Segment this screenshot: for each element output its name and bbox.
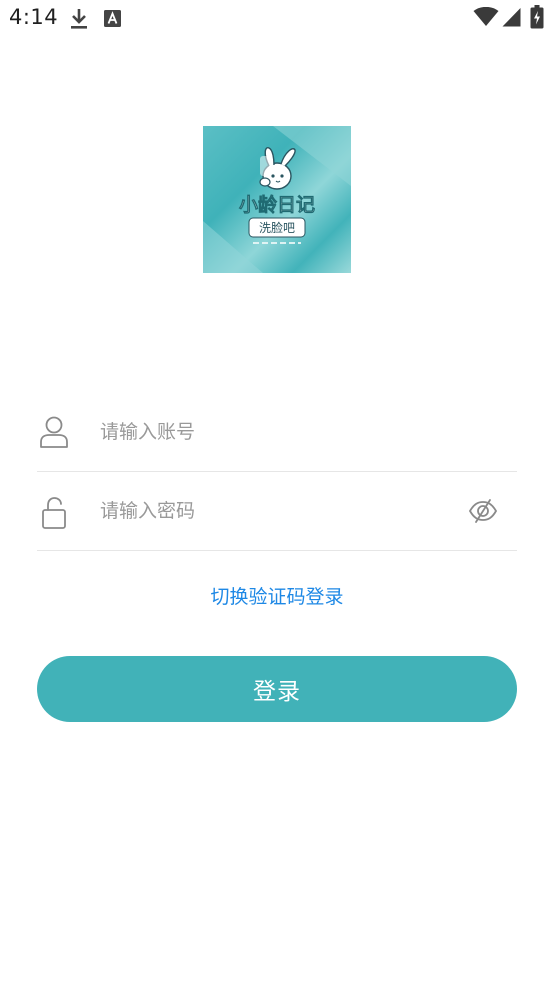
switch-code-login-link[interactable]: 切换验证码登录: [0, 582, 554, 609]
download-icon: [71, 9, 87, 29]
account-field-row: [37, 392, 517, 472]
wifi-icon: [473, 7, 499, 26]
password-field-row: [37, 471, 517, 551]
app-logo: 小龄日记 洗脸吧: [203, 126, 351, 273]
password-input[interactable]: [100, 493, 450, 529]
eye-off-icon[interactable]: [468, 497, 498, 525]
status-bar: 4:14: [0, 0, 554, 38]
logo-artwork: 小龄日记 洗脸吧: [203, 126, 351, 273]
battery-icon: [530, 5, 544, 29]
rabbit-icon: [259, 147, 296, 190]
logo-title: 小龄日记: [239, 193, 315, 216]
user-icon: [40, 416, 68, 448]
login-screen: 4:14 小龄日记 洗脸吧 请输入账号 切换验证码登录 登录: [0, 0, 554, 984]
account-input[interactable]: [100, 414, 450, 450]
lock-icon: [42, 497, 66, 529]
signal-icon: [502, 8, 521, 27]
status-time: 4:14: [9, 5, 59, 29]
login-button[interactable]: 登录: [37, 656, 517, 722]
a-notification-icon: [104, 10, 121, 27]
logo-subtitle: 洗脸吧: [259, 221, 295, 235]
